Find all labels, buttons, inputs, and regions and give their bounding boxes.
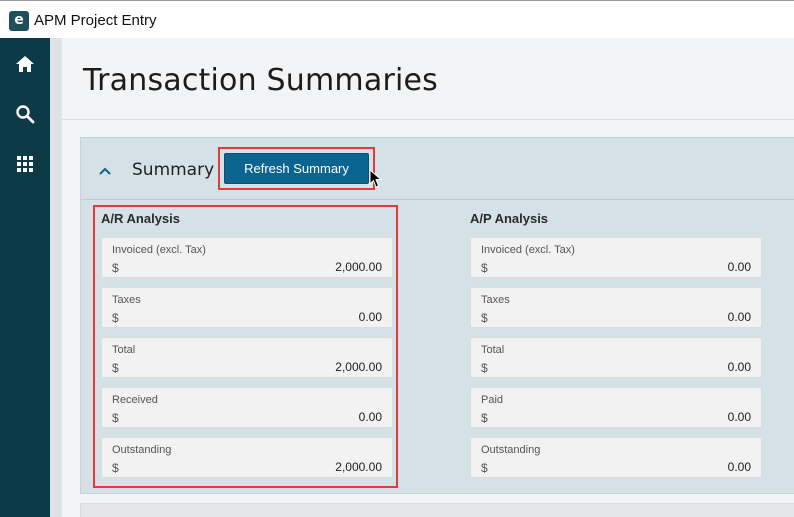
field-label: Total: [112, 344, 136, 356]
apps-grid-icon[interactable]: [13, 152, 37, 176]
refresh-summary-button[interactable]: Refresh Summary: [224, 153, 369, 184]
field-label: Outstanding: [112, 444, 172, 456]
field-value: 2,000.00: [335, 360, 382, 374]
field-currency: $: [481, 361, 488, 375]
field-value: 2,000.00: [335, 460, 382, 474]
field-currency: $: [112, 411, 119, 425]
field-label: Outstanding: [481, 444, 541, 456]
field-label: Received: [112, 394, 158, 406]
next-panel: [80, 503, 794, 517]
ap-field-total: Total $ 0.00: [470, 337, 762, 378]
summary-label: Summary: [132, 160, 215, 180]
field-value: 0.00: [358, 310, 382, 324]
ap-field-paid: Paid $ 0.00: [470, 387, 762, 428]
ap-field-taxes: Taxes $ 0.00: [470, 287, 762, 328]
ar-field-received: Received $ 0.00: [101, 387, 393, 428]
field-currency: $: [481, 311, 488, 325]
field-value: 2,000.00: [335, 260, 382, 274]
summary-panel: Summary Refresh Summary A/R Analysis Inv…: [80, 137, 794, 494]
ar-field-total: Total $ 2,000.00: [101, 337, 393, 378]
field-value: 0.00: [727, 260, 751, 274]
page-title: Transaction Summaries: [83, 63, 439, 98]
mouse-cursor-icon: [369, 168, 383, 189]
field-currency: $: [481, 411, 488, 425]
field-currency: $: [112, 311, 119, 325]
ap-analysis-title: A/P Analysis: [470, 211, 549, 226]
title-bar: e APM Project Entry: [0, 0, 794, 38]
field-value: 0.00: [727, 310, 751, 324]
title-divider: [62, 119, 794, 120]
ap-field-invoiced: Invoiced (excl. Tax) $ 0.00: [470, 237, 762, 278]
ar-field-outstanding: Outstanding $ 2,000.00: [101, 437, 393, 478]
field-value: 0.00: [727, 360, 751, 374]
field-label: Total: [481, 344, 505, 356]
field-currency: $: [112, 361, 119, 375]
field-currency: $: [112, 461, 119, 475]
sidebar: [0, 38, 50, 517]
field-currency: $: [481, 461, 488, 475]
ar-field-taxes: Taxes $ 0.00: [101, 287, 393, 328]
field-currency: $: [112, 261, 119, 275]
chevron-up-icon[interactable]: [98, 163, 112, 175]
summary-header: Summary Refresh Summary: [81, 138, 794, 200]
home-icon[interactable]: [13, 52, 37, 76]
field-label: Taxes: [481, 294, 510, 306]
ar-field-invoiced: Invoiced (excl. Tax) $ 2,000.00: [101, 237, 393, 278]
field-value: 0.00: [727, 460, 751, 474]
search-icon[interactable]: [13, 102, 37, 126]
field-label: Invoiced (excl. Tax): [481, 244, 575, 256]
main-content: Transaction Summaries Summary Refresh Su…: [62, 38, 794, 517]
sidebar-gutter: [50, 38, 62, 517]
field-label: Taxes: [112, 294, 141, 306]
field-value: 0.00: [727, 410, 751, 424]
field-currency: $: [481, 261, 488, 275]
field-label: Invoiced (excl. Tax): [112, 244, 206, 256]
app-logo: e: [9, 11, 29, 31]
field-label: Paid: [481, 394, 504, 406]
ap-field-outstanding: Outstanding $ 0.00: [470, 437, 762, 478]
field-value: 0.00: [358, 410, 382, 424]
app-title: APM Project Entry: [34, 12, 157, 29]
